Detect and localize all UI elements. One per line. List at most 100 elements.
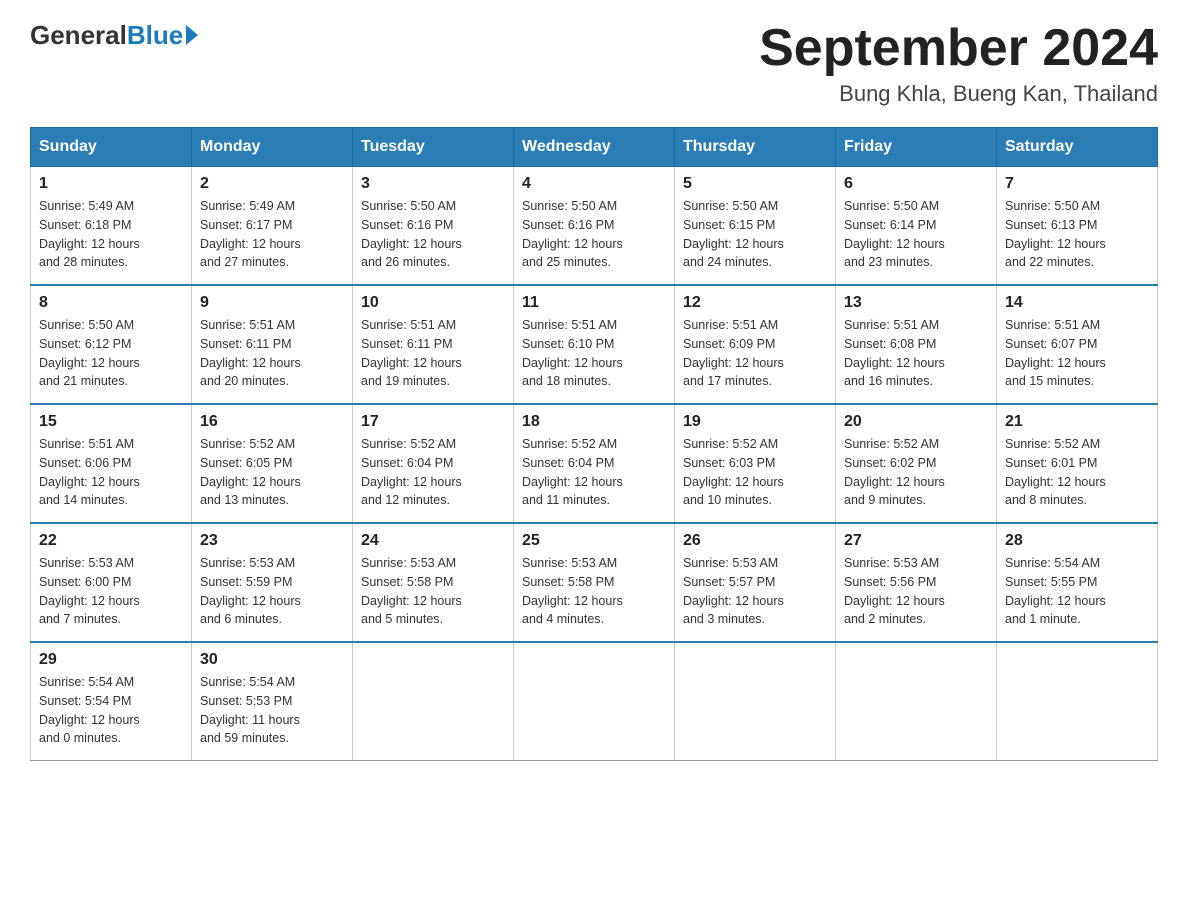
month-title: September 2024 [759,20,1158,77]
location-subtitle: Bung Khla, Bueng Kan, Thailand [759,81,1158,107]
logo: General Blue [30,20,198,51]
title-area: September 2024 Bung Khla, Bueng Kan, Tha… [759,20,1158,107]
day-number: 28 [1005,532,1149,550]
calendar-cell [997,642,1158,761]
day-number: 1 [39,175,183,193]
calendar-cell: 11 Sunrise: 5:51 AMSunset: 6:10 PMDayligh… [514,285,675,404]
day-number: 11 [522,294,666,312]
day-info: Sunrise: 5:52 AMSunset: 6:05 PMDaylight:… [200,435,344,510]
day-info: Sunrise: 5:49 AMSunset: 6:17 PMDaylight:… [200,197,344,272]
calendar-cell: 26 Sunrise: 5:53 AMSunset: 5:57 PMDayligh… [675,523,836,642]
calendar-cell: 5 Sunrise: 5:50 AMSunset: 6:15 PMDaylight… [675,167,836,286]
calendar-cell: 23 Sunrise: 5:53 AMSunset: 5:59 PMDayligh… [192,523,353,642]
day-info: Sunrise: 5:53 AMSunset: 5:59 PMDaylight:… [200,554,344,629]
day-number: 24 [361,532,505,550]
calendar-header-monday: Monday [192,128,353,167]
day-number: 8 [39,294,183,312]
day-number: 18 [522,413,666,431]
logo-blue-part: Blue [127,20,198,51]
calendar-cell: 2 Sunrise: 5:49 AMSunset: 6:17 PMDaylight… [192,167,353,286]
day-info: Sunrise: 5:50 AMSunset: 6:16 PMDaylight:… [522,197,666,272]
day-number: 20 [844,413,988,431]
day-info: Sunrise: 5:49 AMSunset: 6:18 PMDaylight:… [39,197,183,272]
day-number: 23 [200,532,344,550]
day-number: 19 [683,413,827,431]
calendar-cell: 9 Sunrise: 5:51 AMSunset: 6:11 PMDaylight… [192,285,353,404]
day-info: Sunrise: 5:51 AMSunset: 6:11 PMDaylight:… [200,316,344,391]
calendar-cell: 18Sunrise: 5:52 AMSunset: 6:04 PMDayligh… [514,404,675,523]
day-info: Sunrise: 5:53 AMSunset: 5:56 PMDaylight:… [844,554,988,629]
day-info: Sunrise: 5:50 AMSunset: 6:12 PMDaylight:… [39,316,183,391]
day-info: Sunrise: 5:54 AMSunset: 5:53 PMDaylight:… [200,673,344,748]
day-number: 16 [200,413,344,431]
calendar-cell [836,642,997,761]
day-info: Sunrise: 5:50 AMSunset: 6:16 PMDaylight:… [361,197,505,272]
calendar-cell: 29 Sunrise: 5:54 AMSunset: 5:54 PMDayligh… [31,642,192,761]
calendar-cell: 24 Sunrise: 5:53 AMSunset: 5:58 PMDayligh… [353,523,514,642]
day-number: 7 [1005,175,1149,193]
logo-triangle-icon [186,25,198,45]
calendar-cell: 4Sunrise: 5:50 AMSunset: 6:16 PMDaylight… [514,167,675,286]
calendar-week-row: 8 Sunrise: 5:50 AMSunset: 6:12 PMDaylight… [31,285,1158,404]
calendar-cell: 28Sunrise: 5:54 AMSunset: 5:55 PMDayligh… [997,523,1158,642]
calendar-week-row: 22 Sunrise: 5:53 AMSunset: 6:00 PMDayligh… [31,523,1158,642]
day-number: 22 [39,532,183,550]
day-info: Sunrise: 5:52 AMSunset: 6:01 PMDaylight:… [1005,435,1149,510]
day-info: Sunrise: 5:51 AMSunset: 6:06 PMDaylight:… [39,435,183,510]
day-info: Sunrise: 5:53 AMSunset: 5:58 PMDaylight:… [522,554,666,629]
calendar-header-saturday: Saturday [997,128,1158,167]
calendar-cell: 13 Sunrise: 5:51 AMSunset: 6:08 PMDayligh… [836,285,997,404]
calendar-cell: 14Sunrise: 5:51 AMSunset: 6:07 PMDayligh… [997,285,1158,404]
day-number: 13 [844,294,988,312]
calendar-header-thursday: Thursday [675,128,836,167]
day-number: 26 [683,532,827,550]
day-info: Sunrise: 5:50 AMSunset: 6:15 PMDaylight:… [683,197,827,272]
day-info: Sunrise: 5:51 AMSunset: 6:10 PMDaylight:… [522,316,666,391]
calendar-cell [514,642,675,761]
calendar-week-row: 29 Sunrise: 5:54 AMSunset: 5:54 PMDayligh… [31,642,1158,761]
calendar-cell: 1 Sunrise: 5:49 AMSunset: 6:18 PMDaylight… [31,167,192,286]
day-info: Sunrise: 5:53 AMSunset: 5:57 PMDaylight:… [683,554,827,629]
day-number: 27 [844,532,988,550]
calendar-cell: 7Sunrise: 5:50 AMSunset: 6:13 PMDaylight… [997,167,1158,286]
day-info: Sunrise: 5:53 AMSunset: 6:00 PMDaylight:… [39,554,183,629]
calendar-cell: 3 Sunrise: 5:50 AMSunset: 6:16 PMDaylight… [353,167,514,286]
day-number: 25 [522,532,666,550]
calendar-header-sunday: Sunday [31,128,192,167]
calendar-week-row: 15 Sunrise: 5:51 AMSunset: 6:06 PMDayligh… [31,404,1158,523]
calendar-table: SundayMondayTuesdayWednesdayThursdayFrid… [30,127,1158,761]
calendar-header-row: SundayMondayTuesdayWednesdayThursdayFrid… [31,128,1158,167]
day-info: Sunrise: 5:50 AMSunset: 6:14 PMDaylight:… [844,197,988,272]
header: General Blue September 2024 Bung Khla, B… [30,20,1158,107]
day-number: 30 [200,651,344,669]
day-number: 9 [200,294,344,312]
day-info: Sunrise: 5:52 AMSunset: 6:03 PMDaylight:… [683,435,827,510]
logo-blue-text: Blue [127,20,183,51]
day-number: 29 [39,651,183,669]
calendar-cell: 6Sunrise: 5:50 AMSunset: 6:14 PMDaylight… [836,167,997,286]
calendar-cell: 12 Sunrise: 5:51 AMSunset: 6:09 PMDayligh… [675,285,836,404]
calendar-header-wednesday: Wednesday [514,128,675,167]
calendar-cell [353,642,514,761]
day-number: 3 [361,175,505,193]
day-info: Sunrise: 5:51 AMSunset: 6:08 PMDaylight:… [844,316,988,391]
day-info: Sunrise: 5:54 AMSunset: 5:54 PMDaylight:… [39,673,183,748]
day-info: Sunrise: 5:52 AMSunset: 6:02 PMDaylight:… [844,435,988,510]
calendar-header-tuesday: Tuesday [353,128,514,167]
calendar-cell: 20 Sunrise: 5:52 AMSunset: 6:02 PMDayligh… [836,404,997,523]
logo-general-text: General [30,20,127,51]
day-info: Sunrise: 5:51 AMSunset: 6:07 PMDaylight:… [1005,316,1149,391]
calendar-header-friday: Friday [836,128,997,167]
calendar-week-row: 1 Sunrise: 5:49 AMSunset: 6:18 PMDaylight… [31,167,1158,286]
day-number: 15 [39,413,183,431]
day-info: Sunrise: 5:51 AMSunset: 6:09 PMDaylight:… [683,316,827,391]
day-number: 5 [683,175,827,193]
day-number: 12 [683,294,827,312]
day-number: 2 [200,175,344,193]
calendar-cell: 10Sunrise: 5:51 AMSunset: 6:11 PMDayligh… [353,285,514,404]
day-number: 21 [1005,413,1149,431]
calendar-cell: 22 Sunrise: 5:53 AMSunset: 6:00 PMDayligh… [31,523,192,642]
calendar-cell: 21 Sunrise: 5:52 AMSunset: 6:01 PMDayligh… [997,404,1158,523]
calendar-cell: 25 Sunrise: 5:53 AMSunset: 5:58 PMDayligh… [514,523,675,642]
day-info: Sunrise: 5:53 AMSunset: 5:58 PMDaylight:… [361,554,505,629]
